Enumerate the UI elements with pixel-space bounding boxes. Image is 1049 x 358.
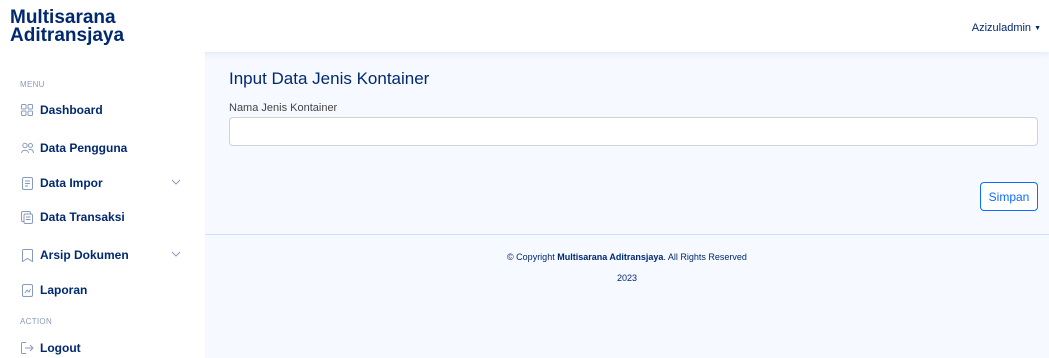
footer-prefix: © Copyright xyxy=(507,252,558,262)
sidebar-heading-menu: MENU xyxy=(20,80,45,89)
page-title: Input Data Jenis Kontainer xyxy=(229,69,430,88)
user-name: Azizuladmin xyxy=(971,22,1032,34)
caret-down-icon: ▼ xyxy=(1034,24,1041,32)
sidebar-item-label: Dashboard xyxy=(40,103,103,117)
receipt-icon xyxy=(20,210,34,224)
brand-line-2: Aditransjaya xyxy=(10,25,125,46)
report-icon xyxy=(20,283,34,297)
file-text-icon xyxy=(20,176,34,190)
sidebar-item-data-transaksi[interactable]: Data Transaksi xyxy=(20,205,185,229)
sidebar-item-label: Data Transaksi xyxy=(40,210,125,224)
footer-copyright: © Copyright Multisarana Aditransjaya. Al… xyxy=(205,252,1049,262)
people-icon xyxy=(20,141,34,155)
sidebar-item-label: Data Impor xyxy=(40,176,103,190)
top-header: Multisarana Aditransjaya Azizuladmin ▼ xyxy=(0,0,1049,52)
archive-icon xyxy=(20,248,34,262)
sidebar-item-data-pengguna[interactable]: Data Pengguna xyxy=(20,136,185,160)
field-label: Nama Jenis Kontainer xyxy=(229,102,338,114)
chevron-down-icon[interactable] xyxy=(171,177,181,187)
sidebar-item-label: Laporan xyxy=(40,283,88,297)
sidebar-heading-action: ACTION xyxy=(20,317,53,326)
sidebar-item-dashboard[interactable]: Dashboard xyxy=(20,98,185,122)
sidebar-item-label: Logout xyxy=(40,341,81,355)
footer-company: Multisarana Aditransjaya xyxy=(557,252,664,262)
jenis-kontainer-input[interactable] xyxy=(229,117,1038,146)
footer-divider xyxy=(205,234,1049,235)
grid-icon xyxy=(20,103,34,117)
logout-icon xyxy=(20,341,34,355)
footer-year: 2023 xyxy=(616,273,638,283)
sidebar-item-logout[interactable]: Logout xyxy=(20,336,185,358)
sidebar-item-arsip-dokumen[interactable]: Arsip Dokumen xyxy=(20,243,185,267)
sidebar-item-label: Arsip Dokumen xyxy=(40,248,129,262)
sidebar: MENU Dashboard Data Pengguna Data Impor … xyxy=(0,52,205,358)
sidebar-item-data-impor[interactable]: Data Impor xyxy=(20,171,185,195)
user-menu[interactable]: Azizuladmin ▼ xyxy=(972,22,1041,34)
brand-logo[interactable]: Multisarana Aditransjaya xyxy=(10,8,125,46)
footer-suffix: . All Rights Reserved xyxy=(663,252,747,262)
save-button[interactable]: Simpan xyxy=(980,182,1038,211)
sidebar-item-laporan[interactable]: Laporan xyxy=(20,278,185,302)
chevron-down-icon[interactable] xyxy=(171,249,181,259)
sidebar-item-label: Data Pengguna xyxy=(40,141,128,155)
